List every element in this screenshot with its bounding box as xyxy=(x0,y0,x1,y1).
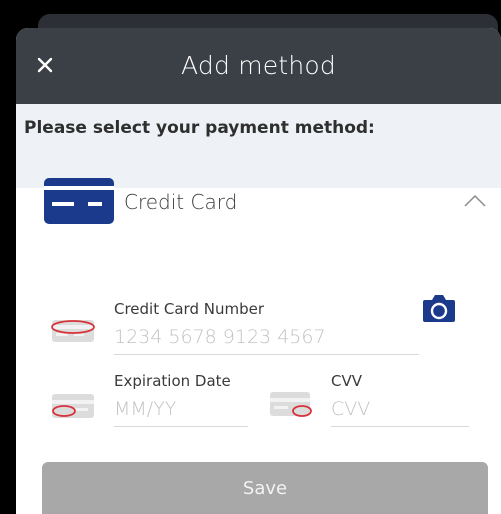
card-number-input[interactable] xyxy=(114,320,419,355)
cvv-label: CVV xyxy=(331,372,362,390)
method-label: Credit Card xyxy=(124,190,238,214)
expiration-label: Expiration Date xyxy=(114,372,231,390)
chevron-up-icon[interactable] xyxy=(464,194,486,213)
camera-button[interactable] xyxy=(421,292,457,329)
credit-card-icon xyxy=(44,178,114,229)
section-label: Please select your payment method: xyxy=(24,118,375,138)
credit-card-method-row[interactable]: Credit Card xyxy=(16,170,501,234)
sheet-title: Add method xyxy=(181,51,336,80)
sheet-header: Add method xyxy=(16,28,501,104)
close-icon xyxy=(37,57,53,73)
cvv-hint-icon xyxy=(268,390,314,425)
save-button[interactable]: Save xyxy=(42,462,488,514)
expiration-input[interactable] xyxy=(114,392,248,427)
cvv-input[interactable] xyxy=(331,392,469,427)
close-button[interactable] xyxy=(32,52,58,78)
add-method-sheet: Add method xyxy=(16,28,501,514)
camera-icon xyxy=(423,295,455,322)
expiration-hint-icon xyxy=(50,392,96,427)
card-number-label: Credit Card Number xyxy=(114,300,264,318)
card-number-hint-icon xyxy=(50,318,96,349)
